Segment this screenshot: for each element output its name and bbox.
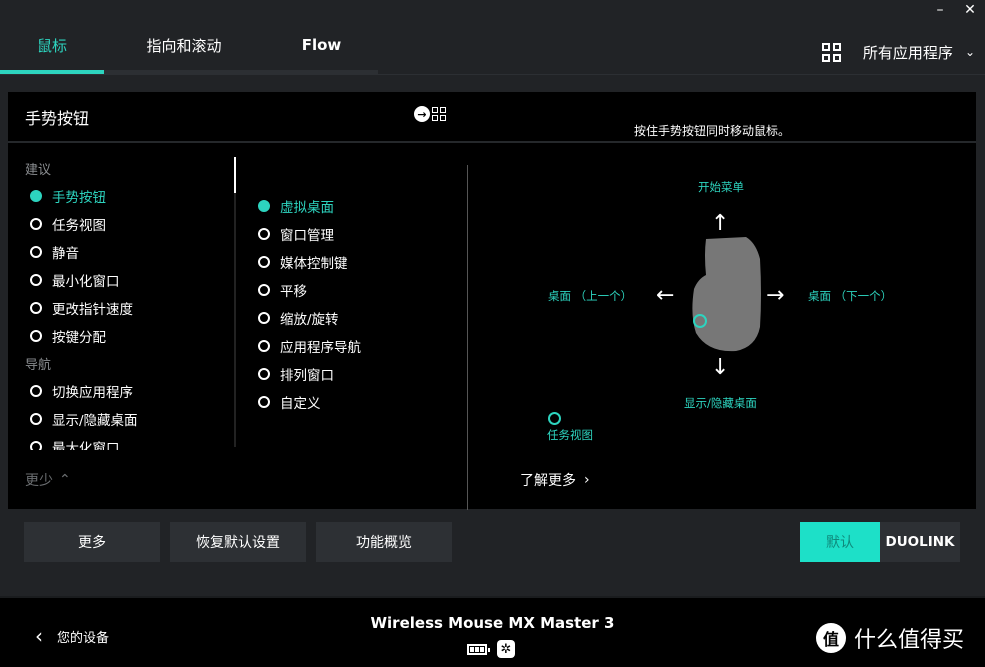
gesture-button-icon: →: [414, 106, 446, 122]
option-switch-app[interactable]: 切换应用程序: [30, 381, 133, 401]
option-minimize-window[interactable]: 最小化窗口: [30, 270, 120, 290]
radio-icon: [30, 385, 42, 397]
radio-icon: [258, 284, 270, 296]
option-zoom-rotate[interactable]: 缩放/旋转: [258, 308, 339, 328]
option-key-assignment[interactable]: 按键分配: [30, 326, 106, 346]
chevron-up-icon: ⌃: [59, 472, 71, 488]
label-left: 桌面 （上一个）: [548, 289, 633, 303]
tab-mouse[interactable]: 鼠标: [0, 26, 104, 64]
radio-icon: [30, 218, 42, 230]
radio-icon: [258, 368, 270, 380]
radio-icon: [258, 312, 270, 324]
mouse-silhouette-icon: [692, 237, 761, 352]
option-pan[interactable]: 平移: [258, 280, 307, 300]
option-task-view[interactable]: 任务视图: [30, 214, 106, 234]
apps-grid-icon: [821, 42, 841, 62]
watermark: 值 什么值得买: [816, 622, 964, 654]
minimize-button[interactable]: –: [925, 0, 955, 20]
action-list-primary: 建议 手势按钮 任务视图 静音 最小化窗口 更改指针速度 按键分配 导航 切换应…: [8, 145, 236, 450]
option-show-desktop[interactable]: 显示/隐藏桌面: [30, 409, 138, 429]
close-button[interactable]: ✕: [955, 0, 985, 20]
show-less-toggle[interactable]: 更少 ⌃: [25, 470, 71, 490]
unifying-receiver-icon: ✲: [497, 640, 515, 658]
section-heading-navigation: 导航: [25, 358, 52, 373]
radio-selected-icon: [30, 190, 42, 202]
panel-title: 手势按钮: [25, 109, 90, 128]
option-app-navigation[interactable]: 应用程序导航: [258, 336, 361, 356]
option-virtual-desktop[interactable]: 虚拟桌面: [258, 196, 334, 216]
option-window-management[interactable]: 窗口管理: [258, 224, 334, 244]
radio-icon: [258, 340, 270, 352]
divider: [0, 74, 985, 75]
tab-bar: 鼠标 指向和滚动 Flow: [0, 26, 379, 74]
logi-options-window: – ✕ 鼠标 指向和滚动 Flow 所有应用程序 ⌄ 手势按钮 → 按住手势按钮…: [0, 0, 985, 667]
more-button[interactable]: 更多: [24, 522, 160, 562]
section-heading-suggested: 建议: [25, 163, 52, 178]
radio-icon: [30, 246, 42, 258]
label-up: 开始菜单: [698, 180, 744, 194]
app-selector-dropdown[interactable]: 所有应用程序 ⌄: [821, 38, 975, 66]
arrow-left-icon: ←: [656, 283, 675, 308]
label-click: 任务视图: [547, 428, 593, 442]
click-ring-icon: [548, 412, 561, 425]
label-down: 显示/隐藏桌面: [684, 396, 757, 410]
option-custom[interactable]: 自定义: [258, 392, 321, 412]
app-selector-label: 所有应用程序: [862, 43, 953, 62]
option-pointer-speed[interactable]: 更改指针速度: [30, 298, 133, 318]
option-gesture-button[interactable]: 手势按钮: [30, 186, 106, 206]
radio-icon: [30, 274, 42, 286]
action-list-secondary: 虚拟桌面 窗口管理 媒体控制键 平移 缩放/旋转 应用程序导航 排列窗口 自定义: [236, 145, 466, 505]
radio-icon: [258, 256, 270, 268]
radio-icon: [258, 228, 270, 240]
radio-icon: [30, 413, 42, 425]
footer-bar: ‹ 您的设备 Wireless Mouse MX Master 3 ✲ 值 什么…: [0, 596, 985, 667]
radio-icon: [30, 441, 42, 450]
device-status: ✲: [467, 640, 515, 658]
radio-icon: [30, 330, 42, 342]
restore-defaults-button[interactable]: 恢复默认设置: [170, 522, 306, 562]
option-media-controls[interactable]: 媒体控制键: [258, 252, 348, 272]
radio-icon: [258, 396, 270, 408]
watermark-badge: 值: [816, 623, 846, 653]
chevron-right-icon: ›: [584, 472, 590, 488]
arrow-right-icon: →: [766, 283, 785, 308]
feature-overview-button[interactable]: 功能概览: [316, 522, 452, 562]
panel-header: 手势按钮 → 按住手势按钮同时移动鼠标。: [8, 92, 976, 143]
chevron-down-icon: ⌄: [964, 45, 975, 59]
radio-icon: [30, 302, 42, 314]
label-right: 桌面 （下一个）: [808, 289, 893, 303]
duolink-toggle[interactable]: DUOLINK: [880, 522, 960, 562]
arrow-down-icon: ↓: [711, 355, 730, 380]
gesture-panel: 手势按钮 → 按住手势按钮同时移动鼠标。 建议 手势按钮 任务视图 静音 最小化…: [8, 92, 976, 510]
panel-hint: 按住手势按钮同时移动鼠标。: [634, 124, 791, 138]
option-arrange-windows[interactable]: 排列窗口: [258, 364, 334, 384]
watermark-text: 什么值得买: [854, 628, 965, 653]
gesture-diagram: 开始菜单 ↑ 桌面 （上一个） ← → 桌面 （下一个） ↓ 显示/隐藏桌面 任…: [468, 145, 976, 509]
tab-flow[interactable]: Flow: [264, 26, 379, 64]
learn-more-link[interactable]: 了解更多 ›: [520, 470, 590, 490]
window-controls: – ✕: [925, 0, 985, 20]
arrow-up-icon: ↑: [711, 211, 730, 236]
default-toggle[interactable]: 默认: [800, 522, 880, 562]
battery-icon: [467, 643, 490, 655]
tab-point-scroll[interactable]: 指向和滚动: [104, 26, 264, 64]
option-maximize-window[interactable]: 最大化窗口: [30, 437, 120, 450]
option-mute[interactable]: 静音: [30, 242, 79, 262]
radio-selected-icon: [258, 200, 270, 212]
